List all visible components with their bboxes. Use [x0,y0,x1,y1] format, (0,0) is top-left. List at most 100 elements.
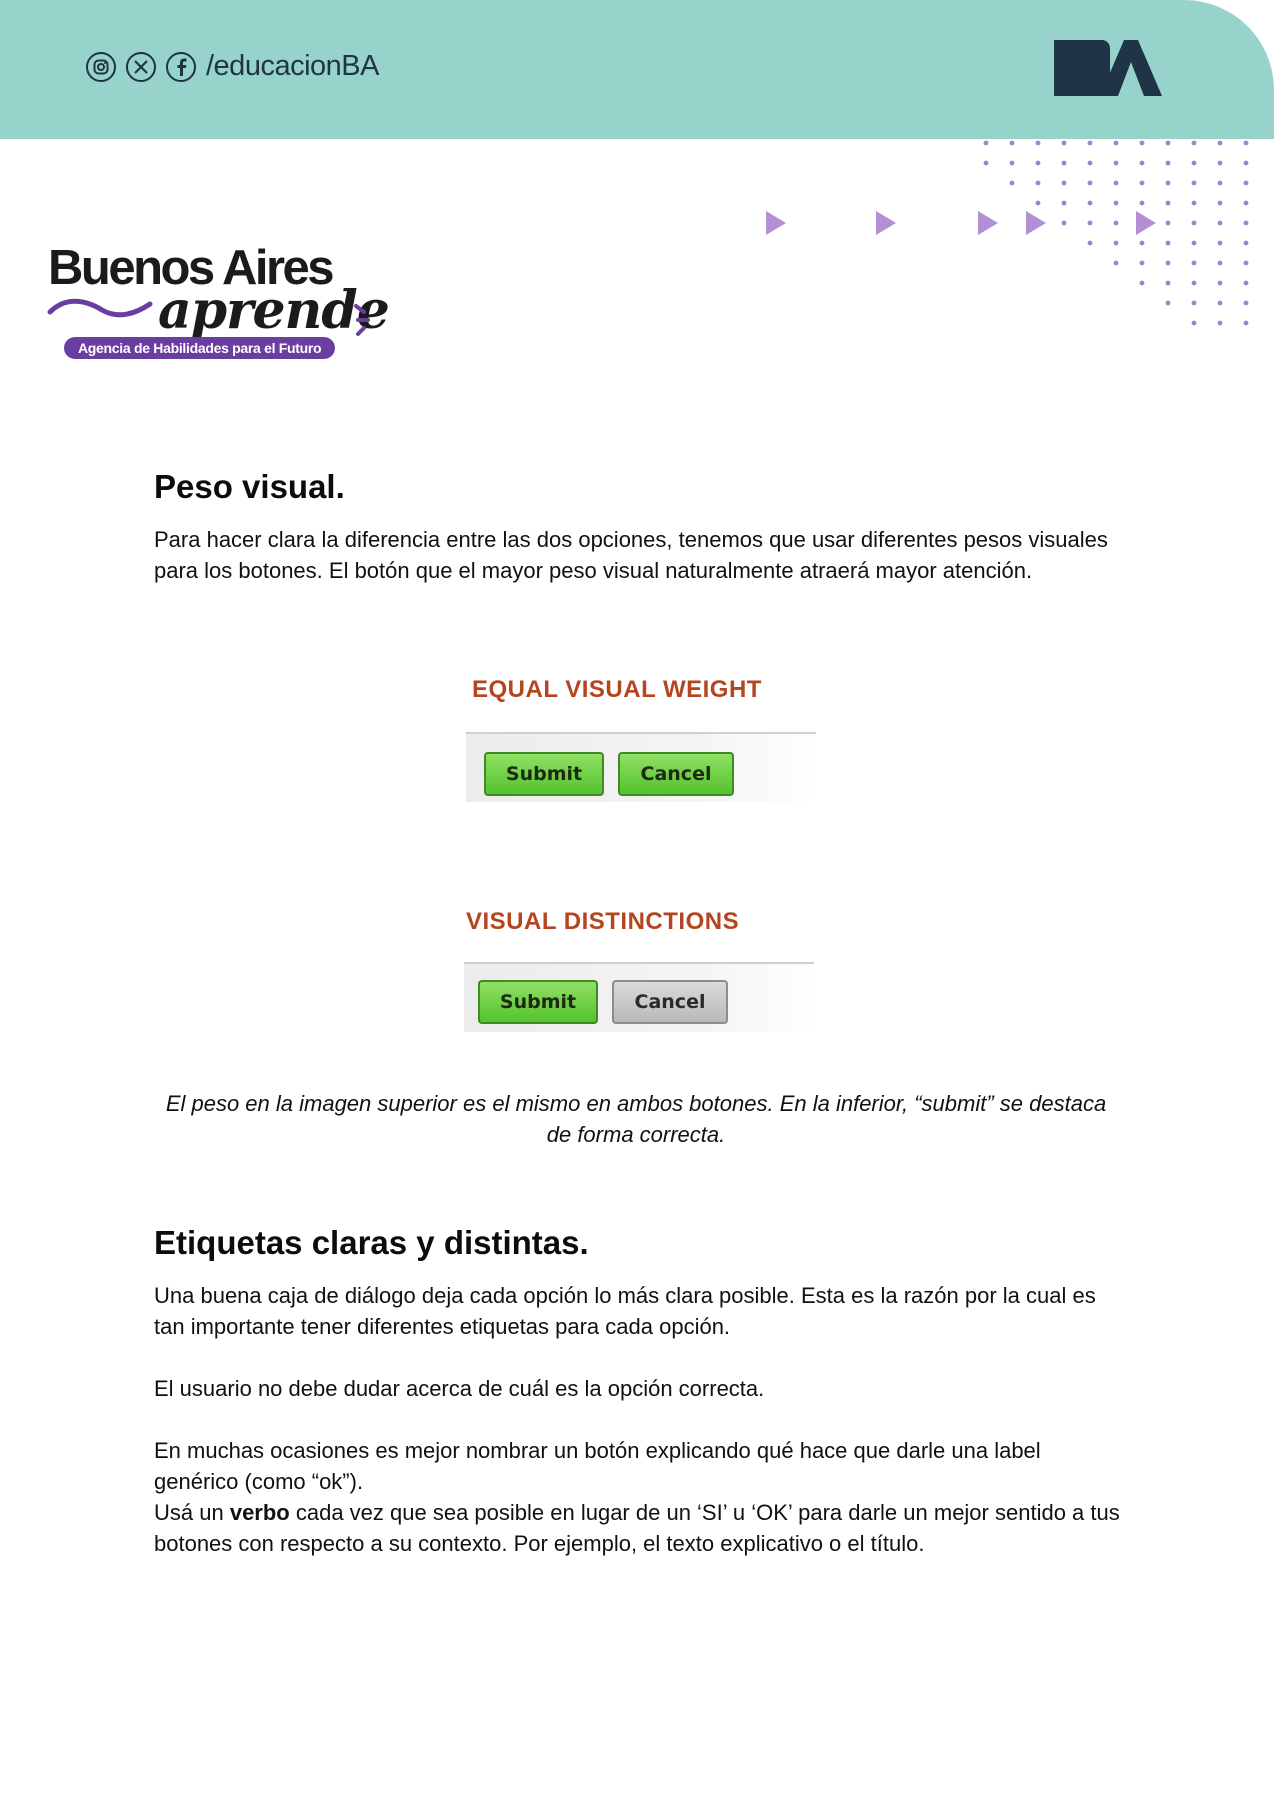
dot [1087,140,1093,146]
submit-button-equal: Submit [484,752,604,796]
dot [1139,140,1145,146]
arrow-icon [1026,211,1046,235]
dot [1191,180,1197,186]
dot [1217,240,1223,246]
dot [1243,320,1249,326]
paragraph: El usuario no debe dudar acerca de cuál … [154,1376,765,1401]
dot [1191,320,1197,326]
dot [1113,260,1119,266]
dot [1035,180,1041,186]
dot [1035,160,1041,166]
dot [1087,200,1093,206]
dot [1139,260,1145,266]
ba-logo [1052,36,1164,103]
dot [1139,240,1145,246]
instagram-icon[interactable] [86,51,116,82]
dot [1165,200,1171,206]
brand-tagline: Agencia de Habilidades para el Futuro [64,337,336,359]
dot [1113,140,1119,146]
figure-title-distinct: VISUAL DISTINCTIONS [466,908,740,935]
paragraph: Una buena caja de diálogo deja cada opci… [154,1283,1096,1339]
dot [1243,220,1249,226]
submit-button-distinct: Submit [478,980,598,1024]
dot [1061,200,1067,206]
dot [1009,160,1015,166]
dot [1113,200,1119,206]
dot [1087,160,1093,166]
dot [1217,160,1223,166]
dot [1243,140,1249,146]
paragraph: En muchas ocasiones es mejor nombrar un … [154,1438,1041,1494]
dot [1243,160,1249,166]
dot [983,140,989,146]
dot [1217,280,1223,286]
dot [1217,200,1223,206]
sparkle-icon [354,304,370,336]
arrow-icon [978,211,998,235]
dot [1035,140,1041,146]
text-run: Usá un [154,1500,230,1525]
swoosh-icon [47,298,153,318]
dot [1061,140,1067,146]
dot [1113,160,1119,166]
cancel-button-equal: Cancel [618,752,734,796]
arrow-icon [766,211,786,235]
dot [1139,180,1145,186]
section-body: Para hacer clara la diferencia entre las… [154,527,1108,583]
dot [1087,180,1093,186]
dot [1217,300,1223,306]
dot [1009,180,1015,186]
dot [1243,260,1249,266]
dot [1113,180,1119,186]
dot [1191,200,1197,206]
dot [1139,280,1145,286]
section-peso-visual: Peso visual. Para hacer clara la diferen… [154,468,1124,586]
dot [1191,140,1197,146]
cancel-button-distinct: Cancel [612,980,728,1024]
figure-title-equal: EQUAL VISUAL WEIGHT [472,676,762,703]
dot [1217,140,1223,146]
dot [1243,180,1249,186]
dot [1243,240,1249,246]
dot [1243,280,1249,286]
dot [1191,280,1197,286]
dot [1217,220,1223,226]
dot [983,160,989,166]
dot [1191,240,1197,246]
section-title: Peso visual. [154,468,345,505]
paragraph: Usá un verbo cada vez que sea posible en… [154,1497,1124,1559]
dot [1139,200,1145,206]
arrow-icon [876,211,896,235]
dot [1165,220,1171,226]
facebook-icon[interactable] [166,51,196,82]
dot [1217,260,1223,266]
dot [1165,280,1171,286]
dot [1191,260,1197,266]
dot [1061,160,1067,166]
dot [1087,240,1093,246]
dot [1087,220,1093,226]
bold-text: verbo [229,1500,290,1525]
text-run: cada vez que sea posible en lugar de un … [154,1500,1120,1556]
dot [1061,180,1067,186]
dot [1165,140,1171,146]
dot [1113,220,1119,226]
dot [1217,180,1223,186]
social-handle[interactable]: /educacionBA [206,50,379,83]
section-etiquetas: Etiquetas claras y distintas. Una buena … [154,1224,1124,1559]
buenos-aires-aprende-logo: Buenos Aires aprende Agencia de Habilida… [46,236,390,366]
dot [1165,260,1171,266]
dot [1243,200,1249,206]
button-weight-figure: EQUAL VISUAL WEIGHT Submit Cancel VISUAL… [420,652,856,1072]
dot [1191,220,1197,226]
figure-caption: El peso en la imagen superior es el mism… [165,1091,1107,1147]
dot [1243,300,1249,306]
dot [1165,300,1171,306]
decorative-pattern [766,140,1249,326]
social-links: /educacionBA [86,50,379,83]
section-title: Etiquetas claras y distintas. [154,1224,589,1261]
dot [1191,300,1197,306]
x-icon[interactable] [126,51,156,82]
dot [1035,200,1041,206]
dot [1191,160,1197,166]
